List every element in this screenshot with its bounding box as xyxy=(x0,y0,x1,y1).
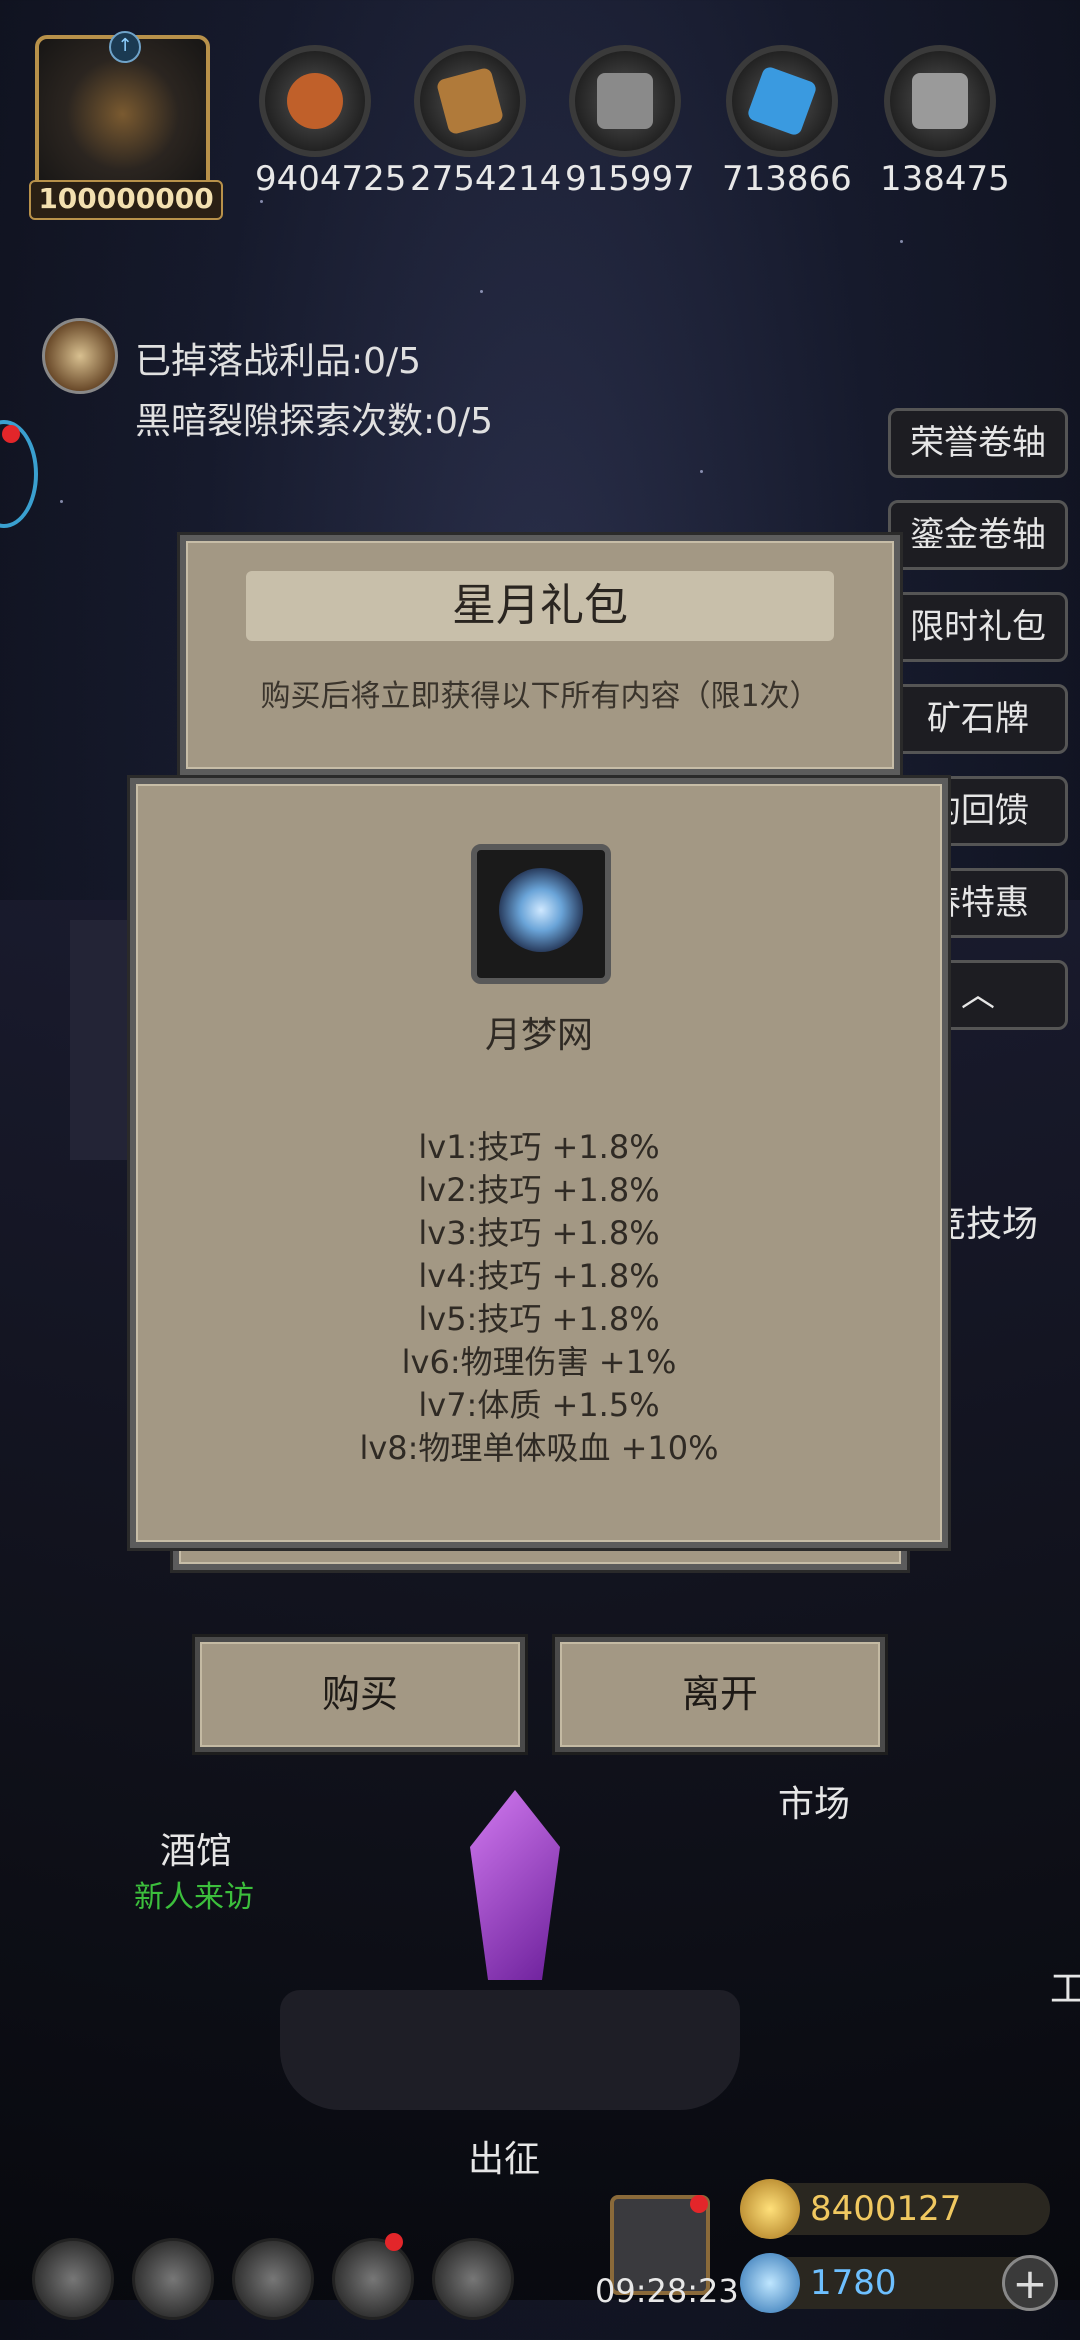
crystal-icon xyxy=(746,65,818,137)
side-limited-pack[interactable]: 限时礼包 xyxy=(888,592,1068,662)
scroll-icon[interactable] xyxy=(42,318,118,394)
expedition-label[interactable]: 出征 xyxy=(468,2130,540,2182)
pack-dialog: 星月礼包 购买后将立即获得以下所有内容（限1次） xyxy=(180,535,900,775)
resource-value: 9404725 xyxy=(255,159,407,199)
altar-base xyxy=(280,1990,740,2110)
tavern-label[interactable]: 酒馆 xyxy=(160,1822,232,1874)
chevron-up-icon: ︿ xyxy=(961,975,995,1015)
tools-icon[interactable] xyxy=(432,2238,514,2320)
mail-notification-dot xyxy=(385,2233,403,2251)
side-honor-scroll[interactable]: 荣誉卷轴 xyxy=(888,408,1068,478)
settings-gear-icon[interactable] xyxy=(32,2238,114,2320)
attribute-line: lv1:技巧 +1.8% xyxy=(418,1128,660,1166)
castle-icon[interactable] xyxy=(232,2238,314,2320)
gift-notification-dot xyxy=(690,2195,708,2213)
star-badge-icon[interactable] xyxy=(132,2238,214,2320)
star xyxy=(480,290,483,293)
item-name: 月梦网 xyxy=(484,1015,593,1056)
item-slot[interactable] xyxy=(471,844,611,984)
level-up-icon[interactable]: ↑ xyxy=(109,31,141,63)
gold-counter: 8400127 xyxy=(740,2179,1050,2239)
attribute-line: lv7:体质 +1.5% xyxy=(418,1386,660,1424)
gold-value: 8400127 xyxy=(810,2189,962,2229)
resource-value: 915997 xyxy=(565,159,695,199)
workshop-label[interactable]: 工 xyxy=(1050,1960,1080,2012)
moon-dream-net-icon xyxy=(499,868,583,952)
resource-value: 2754214 xyxy=(410,159,562,199)
side-gilded-scroll[interactable]: 鎏金卷轴 xyxy=(888,500,1068,570)
iron-icon xyxy=(597,73,653,129)
attribute-line: lv5:技巧 +1.8% xyxy=(418,1300,660,1338)
resource-value: 713866 xyxy=(722,159,852,199)
attribute-line: lv3:技巧 +1.8% xyxy=(418,1214,660,1252)
mail-icon[interactable] xyxy=(332,2238,414,2320)
clock: 09:28:23 xyxy=(595,2272,739,2310)
gem-value: 1780 xyxy=(810,2263,897,2303)
attribute-line: lv6:物理伤害 +1% xyxy=(401,1343,677,1381)
tavern-sublabel: 新人来访 xyxy=(134,1880,254,1915)
attribute-line: lv2:技巧 +1.8% xyxy=(418,1171,660,1209)
loot-progress: 已掉落战利品:0/5 xyxy=(135,341,422,382)
attribute-line: lv4:技巧 +1.8% xyxy=(418,1257,660,1295)
gem-icon xyxy=(740,2253,800,2313)
item-detail-dialog: 月梦网 lv1:技巧 +1.8% lv2:技巧 +1.8% lv3:技巧 +1.… xyxy=(130,778,948,1548)
buy-button[interactable]: 购买 xyxy=(195,1637,525,1752)
resource-crystal[interactable]: 713866 xyxy=(722,45,852,199)
resource-value: 138475 xyxy=(880,159,1010,199)
star xyxy=(260,200,263,203)
star xyxy=(700,470,703,473)
plus-icon: + xyxy=(1012,2259,1048,2308)
leave-button[interactable]: 离开 xyxy=(555,1637,885,1752)
resource-wood[interactable]: 2754214 xyxy=(410,45,562,199)
star xyxy=(60,500,63,503)
meat-icon xyxy=(287,73,343,129)
wood-icon xyxy=(435,66,505,136)
attribute-line: lv8:物理单体吸血 +10% xyxy=(359,1429,719,1467)
pack-title: 星月礼包 xyxy=(452,580,628,631)
star xyxy=(900,240,903,243)
power-value: 100000000 xyxy=(29,180,223,220)
steel-icon xyxy=(912,73,968,129)
rift-progress: 黑暗裂隙探索次数:0/5 xyxy=(135,401,494,442)
side-ore-card[interactable]: 矿石牌 xyxy=(888,684,1068,754)
gold-coin-icon xyxy=(740,2179,800,2239)
resource-steel[interactable]: 138475 xyxy=(880,45,1010,199)
player-avatar[interactable]: ↑ 100000000 xyxy=(29,31,223,220)
add-gem-button[interactable]: + xyxy=(1002,2255,1058,2311)
pack-subtitle: 购买后将立即获得以下所有内容（限1次） xyxy=(260,679,820,714)
resource-meat[interactable]: 9404725 xyxy=(255,45,407,199)
resource-iron[interactable]: 915997 xyxy=(565,45,695,199)
notification-dot xyxy=(2,425,20,443)
market-label[interactable]: 市场 xyxy=(778,1775,850,1827)
tower-silhouette xyxy=(70,920,130,1160)
